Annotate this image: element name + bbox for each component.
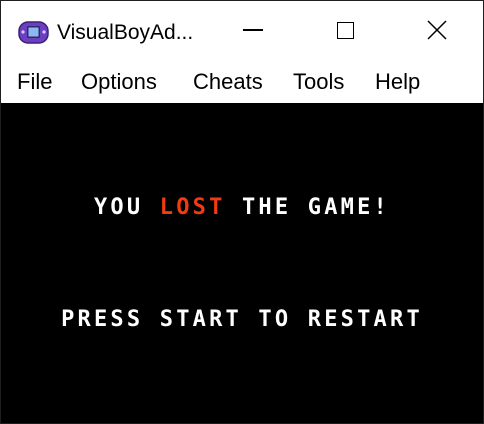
title-bar[interactable]: VisualBoyAd... xyxy=(1,1,483,63)
message-suffix: THE GAME! xyxy=(225,195,390,220)
gameboy-advance-icon xyxy=(18,21,49,44)
message-prefix: YOU xyxy=(93,195,160,220)
menu-bar: File Options Cheats Tools Help xyxy=(1,63,483,103)
menu-options[interactable]: Options xyxy=(79,68,159,96)
menu-file[interactable]: File xyxy=(15,68,54,96)
restart-prompt: PRESS START TO RESTART xyxy=(61,307,423,332)
game-over-message: YOU LOST THE GAME! xyxy=(1,195,483,220)
maximize-icon xyxy=(336,21,354,39)
app-window: VisualBoyAd... File Options Cheats Tools… xyxy=(0,0,484,424)
game-screen[interactable]: YOU LOST THE GAME! PRESS START TO RESTAR… xyxy=(1,103,483,423)
minimize-icon xyxy=(243,29,263,31)
menu-help[interactable]: Help xyxy=(373,68,422,96)
maximize-button[interactable] xyxy=(299,1,391,63)
close-icon xyxy=(427,20,447,40)
minimize-button[interactable] xyxy=(207,1,299,63)
close-button[interactable] xyxy=(391,1,483,63)
menu-cheats[interactable]: Cheats xyxy=(191,68,265,96)
menu-tools[interactable]: Tools xyxy=(291,68,346,96)
window-title: VisualBoyAd... xyxy=(57,21,194,44)
message-highlight: LOST xyxy=(159,195,226,220)
